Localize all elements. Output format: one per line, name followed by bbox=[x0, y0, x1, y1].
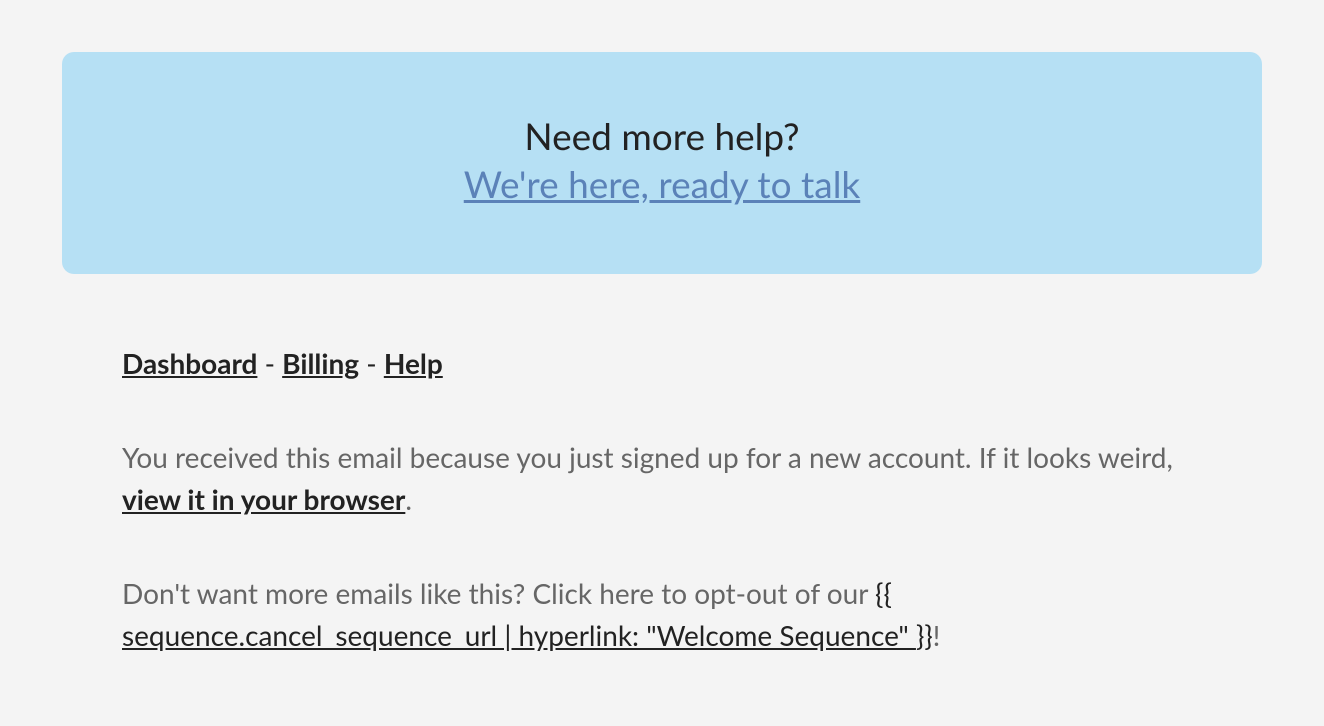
footer-nav-help[interactable]: Help bbox=[384, 346, 443, 380]
help-banner-title: Need more help? bbox=[82, 112, 1242, 160]
optout-paragraph: Don't want more emails like this? Click … bbox=[122, 572, 1202, 656]
footer-content: Dashboard - Billing - Help You received … bbox=[122, 342, 1202, 656]
optout-text-before: Don't want more emails like this? Click … bbox=[122, 576, 875, 610]
optout-template-open: {{ bbox=[875, 576, 892, 610]
reason-text-before: You received this email because you just… bbox=[122, 440, 1173, 474]
footer-nav-dashboard[interactable]: Dashboard bbox=[122, 346, 257, 380]
footer-nav-separator: - bbox=[257, 346, 282, 380]
footer-nav: Dashboard - Billing - Help bbox=[122, 342, 1202, 384]
footer-nav-billing[interactable]: Billing bbox=[282, 346, 359, 380]
help-banner-link[interactable]: We're here, ready to talk bbox=[464, 160, 860, 208]
view-in-browser-link[interactable]: view it in your browser bbox=[122, 482, 405, 516]
help-banner: Need more help? We're here, ready to tal… bbox=[62, 52, 1262, 274]
optout-text-after: ! bbox=[933, 618, 941, 652]
footer-nav-separator: - bbox=[359, 346, 384, 380]
optout-template-close: }} bbox=[916, 618, 933, 652]
reason-paragraph: You received this email because you just… bbox=[122, 436, 1202, 520]
optout-sequence-link[interactable]: sequence.cancel_sequence_url | hyperlink… bbox=[122, 618, 916, 652]
reason-text-after: . bbox=[405, 482, 412, 516]
